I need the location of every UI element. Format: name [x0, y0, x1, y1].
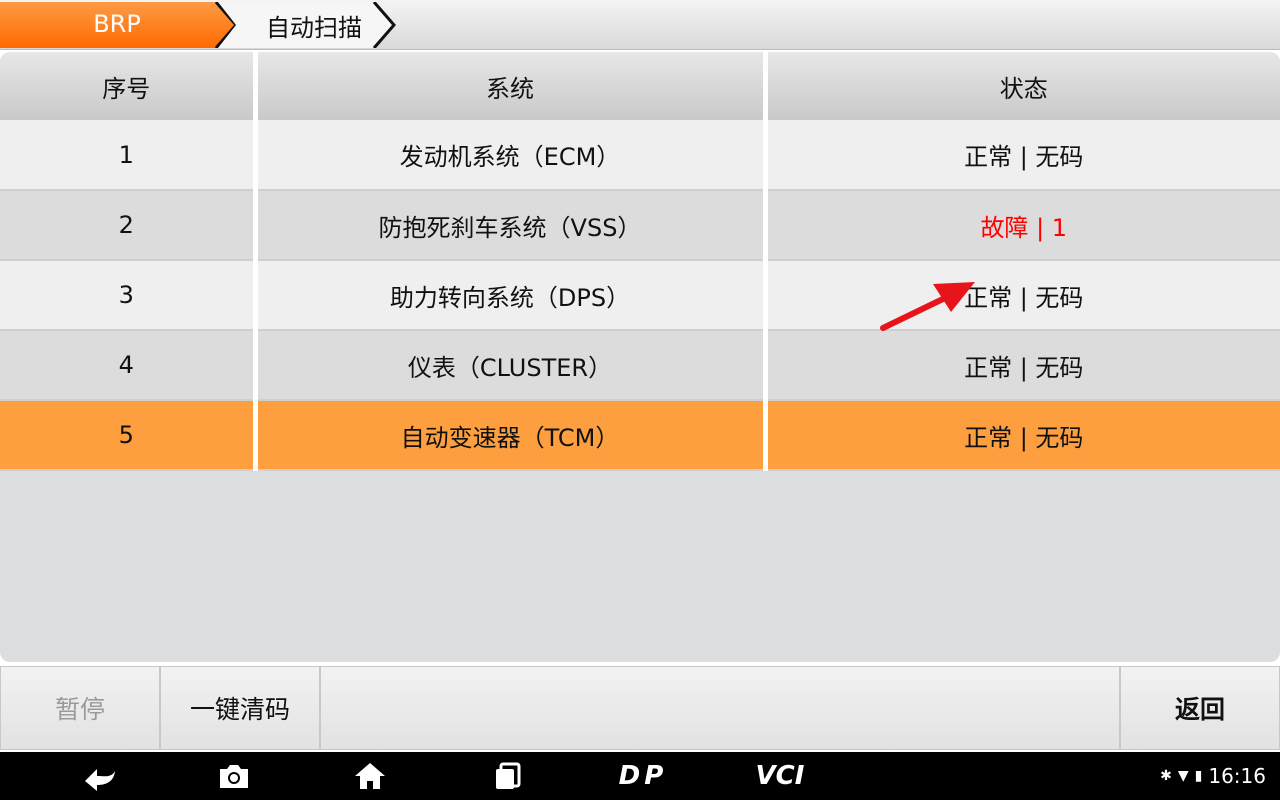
- row-index: 3: [0, 260, 258, 331]
- table-header-row: 序号 系统 状态: [0, 52, 1280, 120]
- row-status: 正常 | 无码: [765, 260, 1280, 331]
- dp-logo[interactable]: DP: [608, 760, 678, 792]
- status-area: ✱ ▼ ▮ 16:16: [1160, 764, 1266, 788]
- row-system: 发动机系统（ECM）: [255, 120, 768, 191]
- table-row[interactable]: 3 助力转向系统（DPS） 正常 | 无码: [0, 260, 1280, 331]
- breadcrumb-home[interactable]: BRP: [0, 2, 240, 48]
- table-row-selected[interactable]: 5 自动变速器（TCM） 正常 | 无码: [0, 400, 1280, 471]
- breadcrumb: BRP 自动扫描: [0, 0, 1280, 50]
- row-index: 2: [0, 190, 258, 261]
- row-index: 1: [0, 120, 258, 191]
- row-status-fault: 故障 | 1: [765, 190, 1280, 261]
- clear-codes-button[interactable]: 一键清码: [160, 666, 320, 750]
- row-status: 正常 | 无码: [765, 400, 1280, 471]
- row-system: 仪表（CLUSTER）: [255, 330, 768, 401]
- back-icon[interactable]: [80, 760, 120, 792]
- table-row[interactable]: 4 仪表（CLUSTER） 正常 | 无码: [0, 330, 1280, 401]
- breadcrumb-current-label: 自动扫描: [266, 14, 362, 42]
- table-row[interactable]: 1 发动机系统（ECM） 正常 | 无码: [0, 120, 1280, 191]
- back-button[interactable]: 返回: [1120, 666, 1280, 750]
- header-index: 序号: [0, 52, 258, 120]
- bluetooth-icon: ✱: [1160, 768, 1172, 784]
- recent-apps-icon[interactable]: [488, 760, 528, 792]
- wifi-icon: ▼: [1177, 768, 1189, 784]
- header-system: 系统: [255, 52, 768, 120]
- row-system: 防抱死刹车系统（VSS）: [255, 190, 768, 261]
- clock: 16:16: [1208, 764, 1266, 788]
- row-system: 自动变速器（TCM）: [255, 400, 768, 471]
- row-status: 正常 | 无码: [765, 330, 1280, 401]
- breadcrumb-home-label: BRP: [93, 10, 141, 38]
- pause-button[interactable]: 暂停: [0, 666, 160, 750]
- toolbar-spacer: [320, 666, 1120, 750]
- dp-logo-label: DP: [618, 761, 668, 791]
- annotation-arrow-icon: [880, 282, 975, 331]
- vci-logo[interactable]: VCI: [742, 760, 818, 792]
- row-status: 正常 | 无码: [765, 120, 1280, 191]
- row-index: 4: [0, 330, 258, 401]
- scan-results-panel: 序号 系统 状态 1 发动机系统（ECM） 正常 | 无码 2 防抱死刹车系统（…: [0, 52, 1280, 662]
- system-nav-bar: DP VCI ✱ ▼ ▮ 16:16: [0, 752, 1280, 800]
- header-status: 状态: [765, 52, 1280, 120]
- breadcrumb-current: 自动扫描: [218, 2, 398, 48]
- vci-logo-label: VCI: [755, 761, 805, 791]
- table-row[interactable]: 2 防抱死刹车系统（VSS） 故障 | 1: [0, 190, 1280, 261]
- home-icon[interactable]: [350, 760, 390, 792]
- row-system: 助力转向系统（DPS）: [255, 260, 768, 331]
- system-table: 序号 系统 状态 1 发动机系统（ECM） 正常 | 无码 2 防抱死刹车系统（…: [0, 52, 1280, 471]
- bottom-toolbar: 暂停 一键清码 返回: [0, 664, 1280, 752]
- row-index: 5: [0, 400, 258, 471]
- battery-icon: ▮: [1194, 768, 1203, 784]
- camera-icon[interactable]: [214, 760, 254, 792]
